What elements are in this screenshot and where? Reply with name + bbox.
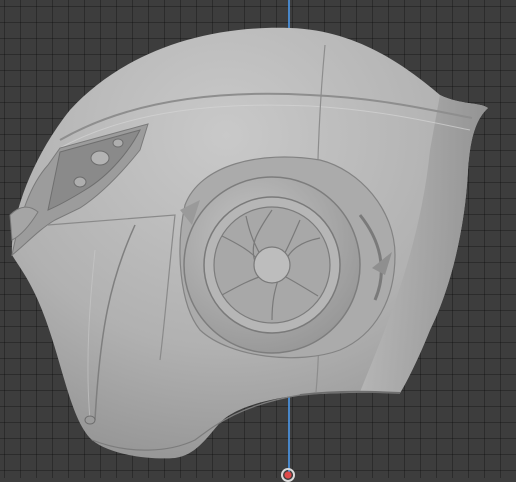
vent-hub [253, 246, 291, 284]
visor-bolt-1 [90, 150, 110, 166]
helmet-model[interactable] [0, 0, 516, 478]
visor-bolt-3 [112, 138, 124, 148]
visor-bolt-2 [73, 176, 87, 188]
origin-cursor-icon[interactable] [281, 468, 295, 482]
